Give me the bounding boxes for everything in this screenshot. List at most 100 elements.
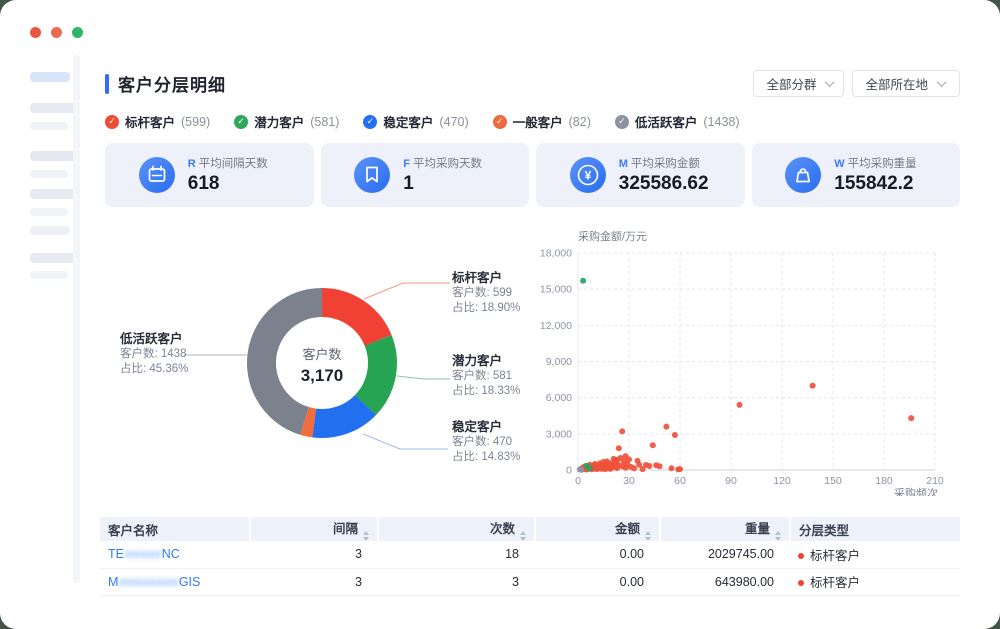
- column-header-name: 客户名称: [100, 517, 250, 541]
- type-dot-icon: [798, 580, 804, 586]
- close-button[interactable]: [30, 27, 41, 38]
- scatter-point[interactable]: [626, 457, 632, 463]
- donut-callout-line: [364, 283, 450, 299]
- scatter-point[interactable]: [578, 467, 584, 473]
- customer-table: 客户名称 间隔 次数 金额 重量 分层类型 TE●●●●●NC 3 18 0.0…: [100, 517, 960, 596]
- table-header-row: 客户名称 间隔 次数 金额 重量 分层类型: [100, 517, 960, 541]
- cell-weight: 643980.00: [660, 568, 790, 595]
- scatter-point[interactable]: [587, 465, 593, 471]
- stat-value-monetary: 325586.62: [619, 173, 711, 195]
- stat-value-recency: 618: [188, 173, 280, 195]
- column-header-interval[interactable]: 间隔: [250, 517, 378, 541]
- customer-name-link[interactable]: TE●●●●●NC: [108, 547, 180, 561]
- check-circle-icon: ✓: [105, 115, 119, 129]
- chevron-down-icon: [825, 77, 835, 87]
- sort-icon[interactable]: [363, 531, 369, 541]
- sidebar-skeleton-item: [30, 151, 76, 161]
- svg-text:90: 90: [725, 475, 737, 487]
- sidebar-skeleton-item: [30, 122, 68, 130]
- location-filter-label: 全部所在地: [865, 74, 928, 93]
- scatter-point[interactable]: [669, 465, 675, 471]
- yen-icon: ¥: [570, 157, 606, 193]
- stat-card-weight: W平均采购重量 155842.2: [752, 143, 961, 207]
- customer-name-link[interactable]: M●●●●●●●●GIS: [108, 575, 200, 589]
- location-filter-select[interactable]: 全部所在地: [852, 70, 960, 97]
- donut-callout-benchmark: 标杆客户 客户数: 599 占比: 18.90%: [452, 271, 520, 315]
- sort-icon[interactable]: [645, 531, 651, 541]
- chevron-down-icon: [937, 77, 947, 87]
- cell-weight: 2029745.00: [660, 541, 790, 568]
- scatter-point[interactable]: [672, 432, 678, 438]
- stat-card-recency: R平均间隔天数 618: [105, 143, 314, 207]
- zoom-button[interactable]: [72, 27, 83, 38]
- cell-interval: 3: [250, 568, 378, 595]
- cell-times: 3: [378, 568, 535, 595]
- filter-bar: 全部分群 全部所在地: [753, 70, 960, 97]
- title-accent-bar: [105, 74, 109, 94]
- stat-cards: R平均间隔天数 618 F平均采购天数 1 ¥ M平均采购金额 325586.6: [105, 143, 960, 207]
- svg-text:0: 0: [566, 465, 572, 477]
- sidebar-skeleton-item: [30, 189, 76, 199]
- check-circle-icon: ✓: [493, 115, 507, 129]
- svg-text:3,000: 3,000: [546, 428, 572, 440]
- donut-callout-stable: 稳定客户 客户数: 470 占比: 14.83%: [452, 420, 520, 464]
- stat-value-frequency: 1: [403, 173, 495, 195]
- cell-times: 18: [378, 541, 535, 568]
- scatter-chart: 03,0006,0009,00012,00015,00018,000030609…: [540, 228, 960, 496]
- svg-text:18,000: 18,000: [540, 248, 572, 260]
- sidebar-skeleton-item: [30, 271, 68, 279]
- redacted-text: ●●●●●●●●: [118, 575, 178, 589]
- legend-item-potential[interactable]: ✓ 潜力客户 (581): [234, 112, 339, 131]
- window-controls: [30, 27, 83, 38]
- segment-filter-select[interactable]: 全部分群: [753, 70, 844, 97]
- donut-callout-line: [363, 434, 448, 449]
- stat-card-frequency: F平均采购天数 1: [321, 143, 530, 207]
- donut-callout-potential: 潜力客户 客户数: 581 占比: 18.33%: [452, 354, 520, 398]
- sort-icon[interactable]: [775, 531, 781, 541]
- column-header-amount[interactable]: 金额: [535, 517, 660, 541]
- y-axis-label: 采购金额/万元: [578, 229, 647, 243]
- scatter-point[interactable]: [616, 445, 622, 451]
- donut-callout-inactive: 低活跃客户 客户数: 1438 占比: 45.36%: [120, 332, 188, 376]
- scatter-point[interactable]: [737, 402, 743, 408]
- legend-item-inactive[interactable]: ✓ 低活跃客户 (1438): [615, 112, 740, 131]
- legend-item-benchmark[interactable]: ✓ 标杆客户 (599): [105, 112, 210, 131]
- svg-text:30: 30: [623, 475, 635, 487]
- sidebar-skeleton-item: [30, 170, 68, 178]
- calendar-icon: [139, 157, 175, 193]
- minimize-button[interactable]: [51, 27, 62, 38]
- page-title: 客户分层明细: [118, 71, 226, 96]
- scatter-point[interactable]: [650, 442, 656, 448]
- sidebar-skeleton-item: [30, 253, 76, 263]
- scatter-point[interactable]: [619, 428, 625, 434]
- redacted-text: ●●●●●: [124, 547, 162, 561]
- legend-item-stable[interactable]: ✓ 稳定客户 (470): [363, 112, 468, 131]
- svg-text:180: 180: [875, 475, 893, 487]
- scatter-point[interactable]: [580, 278, 586, 284]
- scatter-point[interactable]: [646, 463, 652, 469]
- scatter-point[interactable]: [810, 383, 816, 389]
- scatter-point[interactable]: [677, 466, 683, 472]
- cell-amount: 0.00: [535, 568, 660, 595]
- sidebar-divider: [73, 55, 80, 583]
- stat-value-weight: 155842.2: [834, 173, 926, 195]
- scatter-point[interactable]: [631, 465, 637, 471]
- segment-filter-label: 全部分群: [766, 74, 816, 93]
- scatter-point[interactable]: [908, 415, 914, 421]
- check-circle-icon: ✓: [363, 115, 377, 129]
- sort-icon[interactable]: [520, 531, 526, 541]
- table-row: M●●●●●●●●GIS 3 3 0.00 643980.00 标杆客户: [100, 568, 960, 595]
- scatter-chart-canvas: 03,0006,0009,00012,00015,00018,000030609…: [540, 228, 960, 496]
- scatter-point[interactable]: [657, 463, 663, 469]
- cell-type: 标杆客户: [790, 541, 960, 568]
- check-circle-icon: ✓: [615, 115, 629, 129]
- scatter-point[interactable]: [663, 424, 669, 430]
- legend-item-general[interactable]: ✓ 一般客户 (82): [493, 112, 591, 131]
- sidebar-skeleton-item: [30, 226, 70, 235]
- svg-text:150: 150: [824, 475, 842, 487]
- column-header-times[interactable]: 次数: [378, 517, 535, 541]
- svg-text:6,000: 6,000: [546, 392, 572, 404]
- cell-type: 标杆客户: [790, 568, 960, 595]
- column-header-weight[interactable]: 重量: [660, 517, 790, 541]
- cell-amount: 0.00: [535, 541, 660, 568]
